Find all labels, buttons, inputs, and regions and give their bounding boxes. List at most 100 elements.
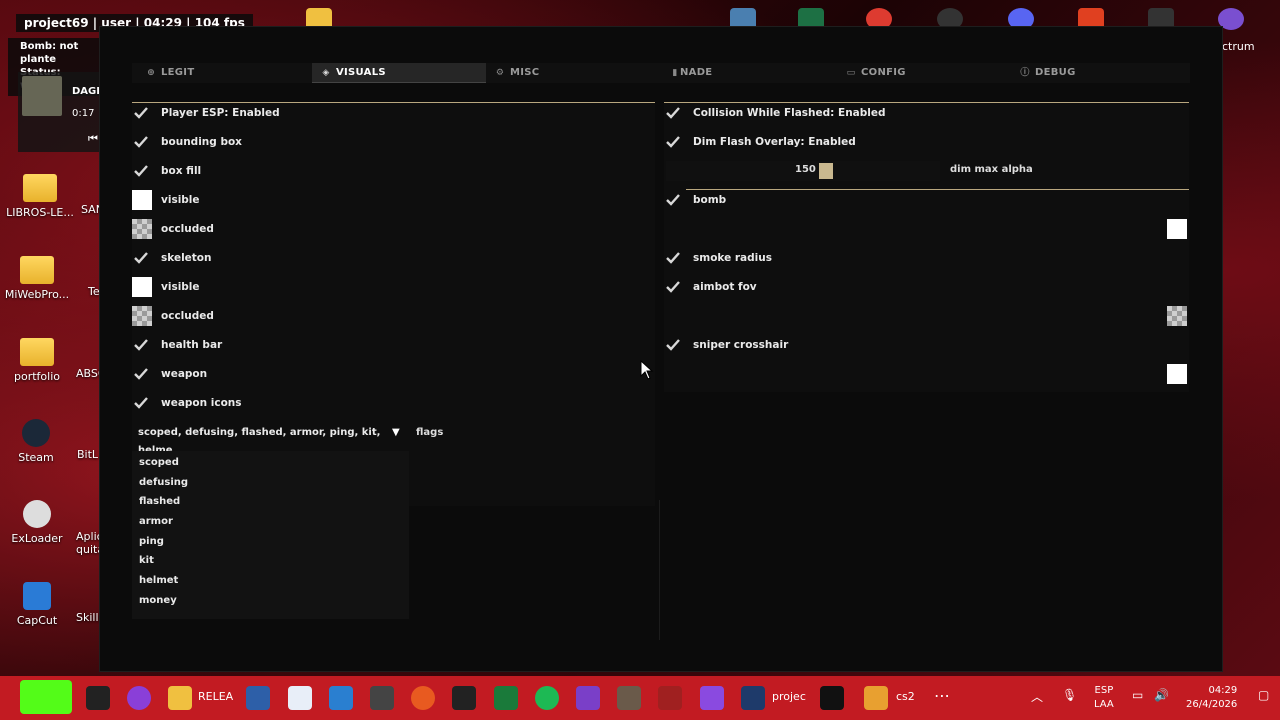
ide-icon[interactable] (741, 686, 765, 710)
check-icon (131, 133, 151, 151)
tab-label: DEBUG (1035, 67, 1076, 78)
terminal-icon[interactable] (86, 686, 110, 710)
slider-handle[interactable] (819, 163, 833, 179)
microphone-icon[interactable]: 🎙 (1062, 688, 1077, 702)
tab-nade[interactable]: ▮ NADE (672, 63, 832, 83)
color-swatch[interactable] (132, 219, 152, 239)
more-icon[interactable]: ⋯ (934, 686, 950, 705)
box-occluded-color[interactable]: occluded (131, 218, 431, 240)
toggle-label: weapon icons (161, 397, 242, 409)
tab-label: MISC (510, 67, 540, 78)
gimp-icon[interactable] (617, 686, 641, 710)
desktop-icon[interactable]: Steam (0, 419, 76, 464)
dim-flash-overlay-toggle[interactable]: Dim Flash Overlay: Enabled (663, 131, 1063, 153)
desktop-partial-label: BitL (77, 448, 99, 461)
explorer-icon[interactable] (168, 686, 192, 710)
toggle-label: health bar (161, 339, 223, 351)
sniper-crosshair-toggle[interactable]: sniper crosshair (663, 334, 1063, 356)
grenade-icon: ▮ (672, 68, 678, 78)
notification-icon[interactable]: ▢ (1258, 688, 1269, 702)
app-icon[interactable] (658, 686, 682, 710)
desktop-icon[interactable]: ExLoader (0, 500, 77, 545)
steam-icon (22, 419, 50, 447)
check-icon (131, 365, 151, 383)
crosshair-color-swatch[interactable] (1167, 364, 1187, 384)
toggle-label: box fill (161, 165, 202, 177)
box-fill-toggle[interactable]: box fill (131, 160, 431, 182)
color-swatch[interactable] (132, 277, 152, 297)
volume-icon[interactable]: 🔊 (1154, 688, 1169, 702)
flags-dropdown[interactable]: scoped, defusing, flashed, armor, ping, … (138, 424, 408, 456)
flag-option[interactable]: scoped (139, 455, 179, 471)
tab-misc[interactable]: ⚙ MISC (494, 63, 654, 83)
folder-icon (20, 338, 54, 366)
color-label: visible (161, 194, 200, 206)
language-indicator[interactable]: ESP LAA (1094, 684, 1114, 712)
display-icon[interactable]: ▭ (1132, 688, 1143, 702)
bomb-toggle[interactable]: bomb (663, 189, 1063, 211)
toggle-label: bounding box (161, 136, 242, 148)
check-icon (131, 336, 151, 354)
app2-icon[interactable] (700, 686, 724, 710)
flag-option[interactable]: ping (139, 534, 164, 550)
kick-icon[interactable] (20, 680, 72, 714)
flag-option[interactable]: defusing (139, 475, 188, 491)
bounding-box-toggle[interactable]: bounding box (131, 131, 431, 153)
tab-debug[interactable]: ⓘ DEBUG (1019, 63, 1179, 83)
vscode-icon[interactable] (329, 686, 353, 710)
toggle-label: bomb (693, 194, 727, 206)
flag-option[interactable]: flashed (139, 494, 180, 510)
fov-color-swatch[interactable] (1167, 306, 1187, 326)
flag-option[interactable]: helmet (139, 573, 178, 589)
bomb-color-swatch[interactable] (1167, 219, 1187, 239)
flag-option[interactable]: money (139, 593, 177, 609)
previous-icon[interactable]: ⏮ (88, 132, 98, 146)
smoke-radius-toggle[interactable]: smoke radius (663, 247, 1063, 269)
panel-border (659, 500, 660, 640)
box-visible-color[interactable]: visible (131, 189, 431, 211)
color-swatch[interactable] (132, 306, 152, 326)
aimbot-fov-toggle[interactable]: aimbot fov (663, 276, 1063, 298)
flag-option[interactable]: kit (139, 553, 154, 569)
skeleton-visible-color[interactable]: visible (131, 276, 431, 298)
csv-icon[interactable] (494, 686, 518, 710)
player-esp-toggle[interactable]: Player ESP: Enabled (131, 102, 431, 124)
skeleton-occluded-color[interactable]: occluded (131, 305, 431, 327)
color-swatch[interactable] (132, 190, 152, 210)
tab-label: LEGIT (161, 67, 195, 78)
media-time: 0:17 (72, 108, 95, 119)
spark-icon[interactable] (411, 686, 435, 710)
unity-icon[interactable] (452, 686, 476, 710)
powershell-icon[interactable] (246, 686, 270, 710)
check-icon (131, 162, 151, 180)
gear-icon: ⚙ (495, 68, 505, 78)
desktop-icon[interactable]: LIBROS-LE... (0, 174, 80, 219)
weapon-toggle[interactable]: weapon (131, 363, 431, 385)
skeleton-toggle[interactable]: skeleton (131, 247, 431, 269)
tab-config[interactable]: ▭ CONFIG (845, 63, 1005, 83)
tab-legit[interactable]: ⊕ LEGIT (145, 63, 310, 83)
tab-visuals[interactable]: ◈ VISUALS (312, 63, 486, 83)
health-bar-toggle[interactable]: health bar (131, 334, 431, 356)
desktop-icon[interactable]: MiWebPro... (0, 256, 77, 301)
archive-icon[interactable] (370, 686, 394, 710)
w-icon[interactable] (820, 686, 844, 710)
chevron-up-icon[interactable]: ︿ (1031, 688, 1043, 705)
clock[interactable]: 04:29 26/4/2026 (1186, 684, 1237, 712)
exloader-icon (23, 500, 51, 528)
language-code: ESP (1094, 685, 1114, 696)
check-icon (663, 133, 683, 151)
collision-flashed-toggle[interactable]: Collision While Flashed: Enabled (663, 102, 1063, 124)
toggle-label: aimbot fov (693, 281, 757, 293)
window-icon[interactable] (288, 686, 312, 710)
taskbar: RELEA projec cs2 ⋯ ︿ 🎙 ESP LAA ▭ 🔊 04:29… (0, 676, 1280, 720)
spotify-icon[interactable] (535, 686, 559, 710)
cs2-icon[interactable] (864, 686, 888, 710)
desktop-icon[interactable]: CapCut (0, 582, 77, 627)
browser-icon[interactable] (127, 686, 151, 710)
tab-bar: ⊕ LEGIT ◈ VISUALS ⚙ MISC ▮ NADE ▭ CONFIG ⓘ DEB… (132, 63, 1190, 83)
desktop-icon[interactable]: portfolio (0, 338, 77, 383)
vs-icon[interactable] (576, 686, 600, 710)
flag-option[interactable]: armor (139, 514, 173, 530)
weapon-icons-toggle[interactable]: weapon icons (131, 392, 431, 414)
